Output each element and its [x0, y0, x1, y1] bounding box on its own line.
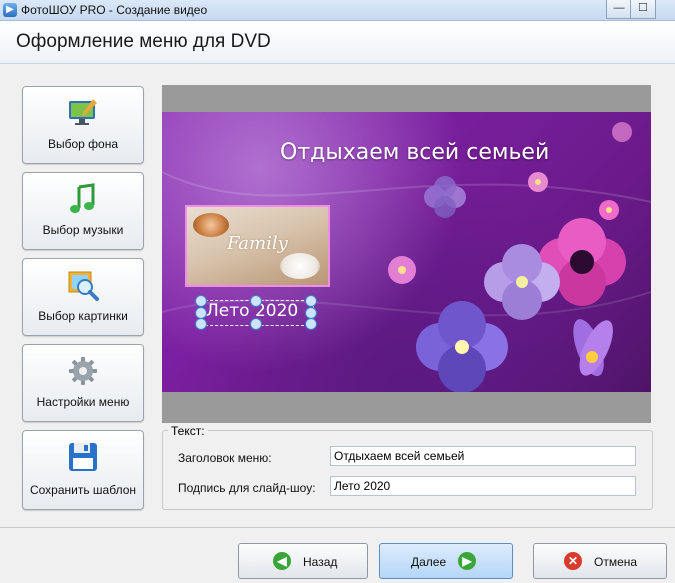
- next-button[interactable]: Далее ▶: [379, 543, 513, 579]
- slideshow-thumbnail[interactable]: Family: [185, 205, 330, 287]
- picture-select-label: Выбор картинки: [38, 309, 128, 323]
- menu-preview[interactable]: Отдыхаем всей семьей Family Лето 2020: [162, 112, 651, 392]
- thumbnail-text: Family: [227, 233, 288, 254]
- menu-heading-text[interactable]: Отдыхаем всей семьей: [280, 140, 549, 165]
- save-template-button[interactable]: Сохранить шаблон: [22, 430, 144, 510]
- slideshow-caption-input[interactable]: [330, 476, 636, 496]
- page-header: Оформление меню для DVD: [0, 21, 675, 64]
- monitor-brush-icon: [69, 99, 97, 125]
- close-icon: ✕: [564, 552, 582, 570]
- gear-icon: [69, 357, 97, 385]
- menu-title-label: Заголовок меню:: [178, 451, 272, 465]
- app-logo-icon: ▶: [3, 3, 17, 17]
- background-select-button[interactable]: Выбор фона: [22, 86, 144, 164]
- save-template-label: Сохранить шаблон: [29, 483, 137, 497]
- music-select-label: Выбор музыки: [42, 223, 124, 237]
- background-select-label: Выбор фона: [47, 137, 119, 151]
- text-settings-group: [162, 430, 653, 510]
- resize-handle-top-left[interactable]: [195, 295, 207, 307]
- title-bar: ▶ ФотоШОУ PRO - Создание видео — ☐: [0, 0, 675, 21]
- flour-decoration: [280, 253, 320, 279]
- arrow-right-icon: ▶: [458, 552, 476, 570]
- cancel-button-label: Отмена: [594, 555, 638, 569]
- bowl-decoration: [193, 213, 229, 237]
- cancel-button[interactable]: ✕ Отмена: [533, 543, 667, 579]
- resize-handle-top-right[interactable]: [305, 295, 317, 307]
- music-select-button[interactable]: Выбор музыки: [22, 172, 144, 250]
- menu-settings-button[interactable]: Настройки меню: [22, 344, 144, 422]
- back-button[interactable]: ◀ Назад: [238, 543, 368, 579]
- minimize-button[interactable]: —: [606, 0, 632, 19]
- music-note-icon: [70, 183, 95, 213]
- page-title: Оформление меню для DVD: [16, 31, 271, 52]
- next-button-label: Далее: [411, 555, 447, 569]
- picture-select-button[interactable]: Выбор картинки: [22, 258, 144, 336]
- slideshow-caption-label: Подпись для слайд-шоу:: [178, 481, 316, 495]
- back-button-label: Назад: [303, 555, 338, 569]
- resize-handle-bottom-right[interactable]: [305, 318, 317, 330]
- resize-handle-bottom[interactable]: [250, 318, 262, 330]
- menu-title-input[interactable]: [330, 446, 636, 466]
- menu-settings-label: Настройки меню: [36, 395, 130, 409]
- text-group-legend: Текст:: [168, 424, 208, 438]
- resize-handle-top[interactable]: [250, 295, 262, 307]
- picture-magnifier-icon: [68, 271, 99, 301]
- resize-handle-bottom-left[interactable]: [195, 318, 207, 330]
- arrow-left-icon: ◀: [273, 552, 291, 570]
- floppy-disk-icon: [69, 443, 97, 471]
- window-title: ФотоШОУ PRO - Создание видео: [21, 3, 208, 17]
- maximize-button[interactable]: ☐: [630, 0, 656, 19]
